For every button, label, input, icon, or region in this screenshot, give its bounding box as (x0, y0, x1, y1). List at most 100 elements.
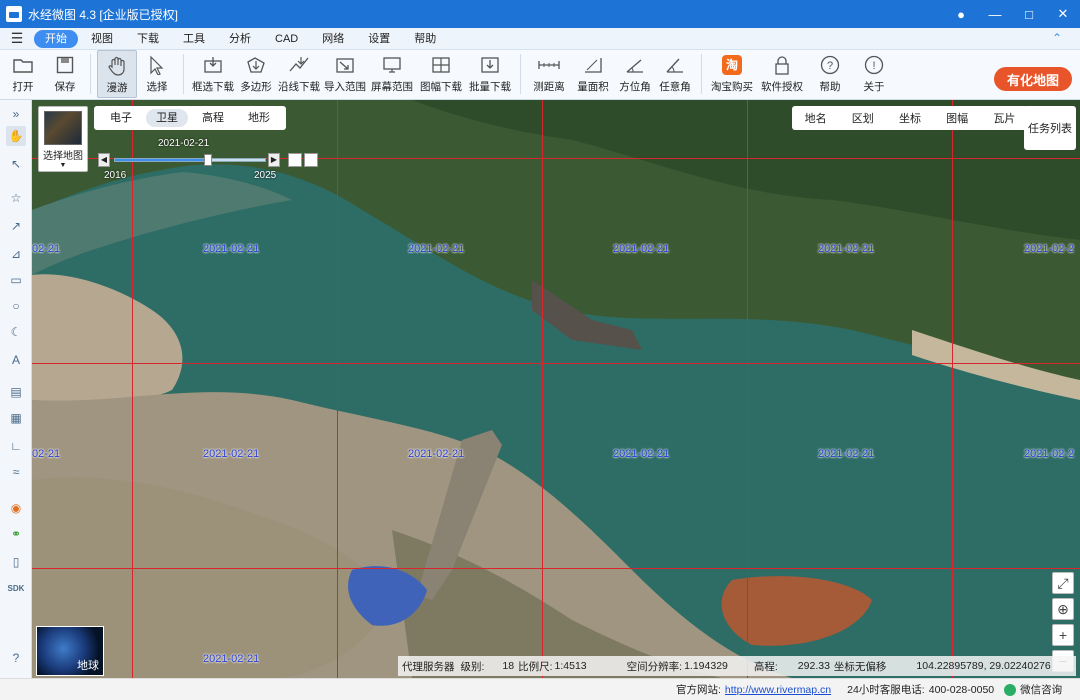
batch-download-icon (479, 54, 501, 76)
collapse-ribbon-icon[interactable]: ⌃ (1052, 31, 1062, 45)
menu-download[interactable]: 下载 (126, 30, 170, 48)
open-button[interactable]: 打开 (0, 50, 46, 98)
line-download-button[interactable]: 沿线下载 (276, 50, 322, 98)
tab-elevation[interactable]: 高程 (192, 109, 234, 127)
pointer-tool-icon[interactable]: ↖ (6, 154, 26, 174)
text-tool-icon[interactable]: A (6, 350, 26, 370)
zoom-in-button[interactable]: + (1052, 624, 1074, 646)
sheet-download-button[interactable]: 图幅下载 (416, 50, 466, 98)
tab-satellite[interactable]: 卫星 (146, 109, 188, 127)
locate-icon[interactable]: ⊕ (1052, 598, 1074, 620)
menu-analysis[interactable]: 分析 (218, 30, 262, 48)
tile-date-label: 02-21 (32, 243, 61, 255)
area-measure-tool-icon[interactable]: ▦ (6, 408, 26, 428)
hand-tool-icon[interactable]: ✋ (6, 126, 26, 146)
circle-tool-icon[interactable]: ○ (6, 296, 26, 316)
azimuth-button[interactable]: 方位角 (615, 50, 655, 98)
proxy-label: 代理服务器 (402, 660, 455, 673)
tile-date-label: 2021-02-21 (613, 243, 670, 255)
license-button[interactable]: 软件授权 (756, 50, 808, 98)
save-button[interactable]: 保存 (46, 50, 84, 98)
timeline-next-button[interactable]: ▶ (268, 153, 280, 167)
select-button[interactable]: 选择 (137, 50, 177, 98)
website-link[interactable]: http://www.rivermap.cn (725, 684, 831, 696)
map-status-bar: 代理服务器 级别: 18 比例尺: 1:4513 空间分辨率: 1.194329… (398, 656, 1076, 676)
menu-network[interactable]: 网络 (311, 30, 355, 48)
overlay-boundaries[interactable]: 区划 (852, 110, 874, 126)
line-tool-icon[interactable]: ↗ (6, 216, 26, 236)
ruler-tool-icon[interactable]: ▤ (6, 382, 26, 402)
folder-icon (12, 54, 34, 76)
tile-date-label: 2021-02-21 (408, 448, 465, 460)
mark-tool-icon[interactable]: ☆ (6, 188, 26, 208)
minimize-button[interactable]: — (978, 0, 1012, 28)
menu-start[interactable]: 开始 (34, 29, 78, 48)
timeline-handle[interactable] (204, 154, 212, 166)
arc-tool-icon[interactable]: ☾ (6, 322, 26, 342)
ruler-icon (538, 54, 560, 76)
timeline-current-date: 2021-02-21 (158, 138, 210, 149)
area-tool-icon[interactable]: ⊿ (6, 244, 26, 264)
wechat-consult[interactable]: 微信咨询 (1004, 682, 1062, 697)
menu-settings[interactable]: 设置 (357, 30, 401, 48)
any-angle-button[interactable]: 任意角 (655, 50, 695, 98)
expand-icon[interactable]: » (6, 104, 26, 124)
screen-range-button[interactable]: 屏幕范围 (368, 50, 416, 98)
resolution-value: 1.194329 (684, 660, 728, 672)
maximize-button[interactable]: □ (1012, 0, 1046, 28)
about-button[interactable]: ! 关于 (852, 50, 896, 98)
tile-grid-line (32, 363, 1080, 364)
menu-view[interactable]: 视图 (80, 30, 124, 48)
measure-area-button[interactable]: 量面积 (571, 50, 615, 98)
rect-download-button[interactable]: 框选下载 (190, 50, 236, 98)
timeline-option-a[interactable] (288, 153, 302, 167)
menu-help[interactable]: 帮助 (403, 30, 447, 48)
menu-cad[interactable]: CAD (264, 30, 309, 48)
polygon-button[interactable]: 多边形 (236, 50, 276, 98)
import-icon (334, 54, 356, 76)
link-tool-icon[interactable]: ⚭ (6, 524, 26, 544)
hamburger-icon[interactable]: ☰ (0, 30, 34, 47)
angle-tool-icon[interactable]: ∟ (6, 436, 26, 456)
taobao-button[interactable]: 淘 淘宝购买 (708, 50, 756, 98)
tab-electronic[interactable]: 电子 (100, 109, 142, 127)
tab-terrain[interactable]: 地形 (238, 109, 280, 127)
map-view[interactable]: 02-21 2021-02-21 2021-02-21 2021-02-21 2… (32, 100, 1080, 678)
user-icon[interactable]: ● (944, 0, 978, 28)
overlay-toggles: 地名 区划 坐标 图幅 瓦片 (792, 106, 1028, 130)
overlay-tiles[interactable]: 瓦片 (993, 110, 1015, 126)
device-tool-icon[interactable]: ▯ (6, 552, 26, 572)
timeline-option-b[interactable] (304, 153, 318, 167)
tile-grid-line (542, 100, 543, 678)
sdk-tool-icon[interactable]: SDK (6, 578, 26, 598)
toolbar-divider (90, 54, 91, 94)
elevation-value: 292.33 (797, 660, 830, 672)
menu-tools[interactable]: 工具 (172, 30, 216, 48)
close-button[interactable]: ✕ (1046, 0, 1080, 28)
overlay-place-names[interactable]: 地名 (805, 110, 827, 126)
tile-grid-line (952, 100, 953, 678)
fullscreen-icon[interactable]: ⤢ (1052, 572, 1074, 594)
task-list-button[interactable]: 任务列表 (1024, 106, 1076, 150)
overlay-sheets[interactable]: 图幅 (946, 110, 968, 126)
help-button[interactable]: ? 帮助 (808, 50, 852, 98)
measure-distance-button[interactable]: 测距离 (527, 50, 571, 98)
timeline-track[interactable] (114, 154, 266, 166)
ribbon-toolbar: 打开 保存 漫游 选择 框选下载 多边形 沿线下载 导入范围 屏幕范围 图幅下载… (0, 50, 1080, 100)
left-toolbar: » ✋ ↖ ☆ ↗ ⊿ ▭ ○ ☾ A ▤ ▦ ∟ ≈ ◉ ⚭ ▯ SDK ? (0, 100, 32, 678)
import-range-button[interactable]: 导入范围 (322, 50, 368, 98)
overlay-coordinates[interactable]: 坐标 (899, 110, 921, 126)
rectangle-tool-icon[interactable]: ▭ (6, 270, 26, 290)
satellite-imagery (32, 100, 1080, 678)
wechat-icon (1004, 684, 1017, 697)
area-icon (582, 54, 604, 76)
help-circle-icon[interactable]: ? (6, 648, 26, 668)
globe-view-button[interactable]: 地球 (36, 626, 104, 676)
batch-download-button[interactable]: 批量下载 (466, 50, 514, 98)
chart-tool-icon[interactable]: ◉ (6, 498, 26, 518)
timeline-prev-button[interactable]: ◀ (98, 153, 110, 167)
elevation-tool-icon[interactable]: ≈ (6, 462, 26, 482)
brand-logo[interactable]: 有化地图 (994, 67, 1072, 91)
pan-button[interactable]: 漫游 (97, 50, 137, 98)
layer-selector[interactable]: 选择地图 ▼ (38, 106, 88, 172)
